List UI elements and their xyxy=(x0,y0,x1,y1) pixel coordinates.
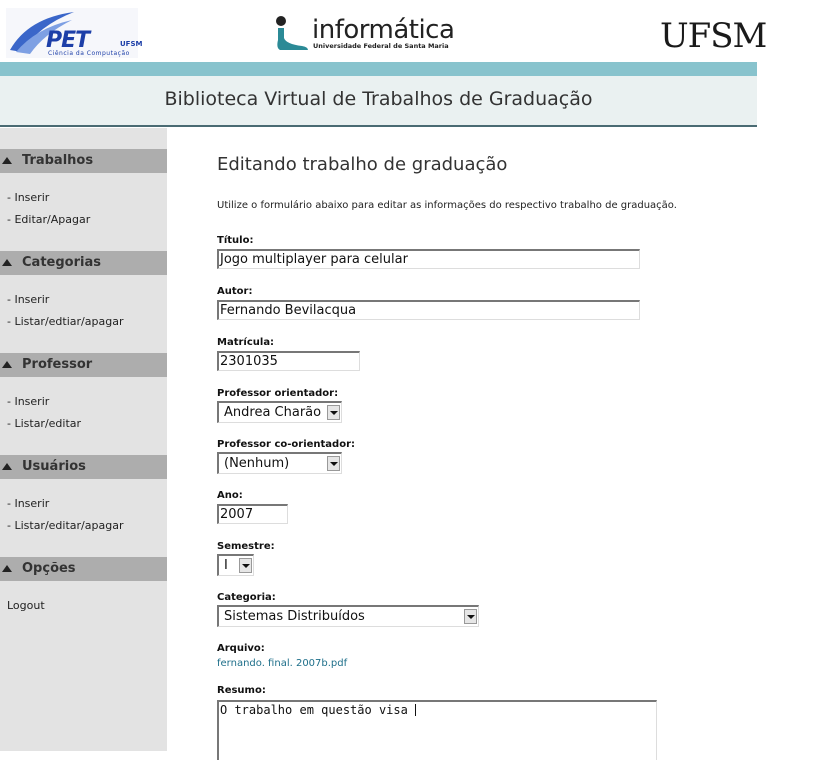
sidebar-section-title: Categorias xyxy=(22,255,101,270)
arquivo-link[interactable]: fernando. final. 2007b.pdf xyxy=(217,658,347,669)
orientador-label: Professor orientador: xyxy=(217,388,339,399)
sidebar-section-categorias[interactable]: Categorias xyxy=(0,251,167,275)
dropdown-arrow-icon[interactable] xyxy=(464,609,477,624)
site-title: Biblioteca Virtual de Trabalhos de Gradu… xyxy=(164,88,593,110)
dropdown-arrow-icon[interactable] xyxy=(327,405,340,420)
main-content: Editando trabalho de graduação Utilize o… xyxy=(167,128,757,760)
arquivo-label: Arquivo: xyxy=(217,643,265,654)
collapse-triangle-icon xyxy=(2,361,12,368)
collapse-triangle-icon xyxy=(2,157,12,164)
orientador-select[interactable]: Andrea Charão xyxy=(217,401,342,423)
informatica-logo-word: informática xyxy=(312,15,455,45)
pet-logo[interactable]: PET UFSM Ciência da Computação xyxy=(6,8,142,58)
categoria-select-value: Sistemas Distribuídos xyxy=(224,609,365,624)
text-cursor xyxy=(415,704,417,716)
page-header: PET UFSM Ciência da Computação informáti… xyxy=(0,0,767,62)
coorientador-select[interactable]: (Nenhum) xyxy=(217,452,342,474)
page-title: Editando trabalho de graduação xyxy=(217,154,508,175)
coorientador-select-value: (Nenhum) xyxy=(224,456,290,471)
matricula-input[interactable]: 2301035 xyxy=(217,351,360,371)
dropdown-arrow-icon[interactable] xyxy=(327,456,340,471)
titulo-input[interactable]: Jogo multiplayer para celular xyxy=(217,249,640,269)
title-bar: Biblioteca Virtual de Trabalhos de Gradu… xyxy=(0,76,757,127)
ano-label: Ano: xyxy=(217,490,243,501)
sidebar-link-usuarios-inserir[interactable]: - Inserir xyxy=(7,497,49,510)
sidebar-section-professor[interactable]: Professor xyxy=(0,353,167,377)
autor-label: Autor: xyxy=(217,286,253,297)
matricula-label: Matrícula: xyxy=(217,337,275,348)
sidebar-link-professor-inserir[interactable]: - Inserir xyxy=(7,395,49,408)
resumo-label: Resumo: xyxy=(217,685,266,696)
informatica-logo-subtitle: Universidade Federal de Santa Maria xyxy=(313,42,449,50)
ano-input[interactable]: 2007 xyxy=(217,504,288,524)
semestre-select[interactable]: I xyxy=(217,554,254,576)
informatica-logo[interactable]: informática Universidade Federal de Sant… xyxy=(272,14,472,54)
collapse-triangle-icon xyxy=(2,259,12,266)
semestre-label: Semestre: xyxy=(217,541,275,552)
ufsm-logo[interactable]: UFSM xyxy=(660,16,767,56)
intro-text: Utilize o formulário abaixo para editar … xyxy=(217,200,677,211)
autor-input[interactable]: Fernando Bevilacqua xyxy=(217,300,640,320)
collapse-triangle-icon xyxy=(2,463,12,470)
informatica-emblem-icon xyxy=(276,16,308,50)
sidebar-section-title: Trabalhos xyxy=(22,153,94,168)
sidebar: Trabalhos - Inserir - Editar/Apagar Cate… xyxy=(0,128,167,751)
orientador-select-value: Andrea Charão xyxy=(224,405,322,420)
semestre-select-value: I xyxy=(224,558,228,573)
sidebar-link-professor-listar[interactable]: - Listar/editar xyxy=(7,417,81,430)
sidebar-section-title: Opções xyxy=(22,561,76,576)
resumo-text: O trabalho em questão visa xyxy=(220,703,416,717)
sidebar-link-categorias-listar[interactable]: - Listar/edtiar/apagar xyxy=(7,315,123,328)
sidebar-section-opcoes[interactable]: Opções xyxy=(0,557,167,581)
resumo-textarea[interactable]: O trabalho em questão visa xyxy=(217,700,657,760)
pet-logo-ufsm: UFSM xyxy=(120,40,143,48)
titulo-label: Título: xyxy=(217,235,254,246)
sidebar-link-logout[interactable]: Logout xyxy=(7,599,45,612)
sidebar-link-trabalhos-inserir[interactable]: - Inserir xyxy=(7,191,49,204)
sidebar-section-title: Professor xyxy=(22,357,93,372)
coorientador-label: Professor co-orientador: xyxy=(217,439,356,450)
sidebar-section-trabalhos[interactable]: Trabalhos xyxy=(0,149,167,173)
pet-logo-subtitle: Ciência da Computação xyxy=(48,50,130,57)
sidebar-link-categorias-inserir[interactable]: - Inserir xyxy=(7,293,49,306)
categoria-label: Categoria: xyxy=(217,592,276,603)
categoria-select[interactable]: Sistemas Distribuídos xyxy=(217,605,479,627)
header-stripe xyxy=(0,62,757,76)
sidebar-section-usuarios[interactable]: Usuários xyxy=(0,455,167,479)
sidebar-link-usuarios-listar[interactable]: - Listar/editar/apagar xyxy=(7,519,123,532)
sidebar-section-title: Usuários xyxy=(22,459,86,474)
dropdown-arrow-icon[interactable] xyxy=(239,558,252,573)
collapse-triangle-icon xyxy=(2,565,12,572)
sidebar-link-trabalhos-editar[interactable]: - Editar/Apagar xyxy=(7,213,90,226)
